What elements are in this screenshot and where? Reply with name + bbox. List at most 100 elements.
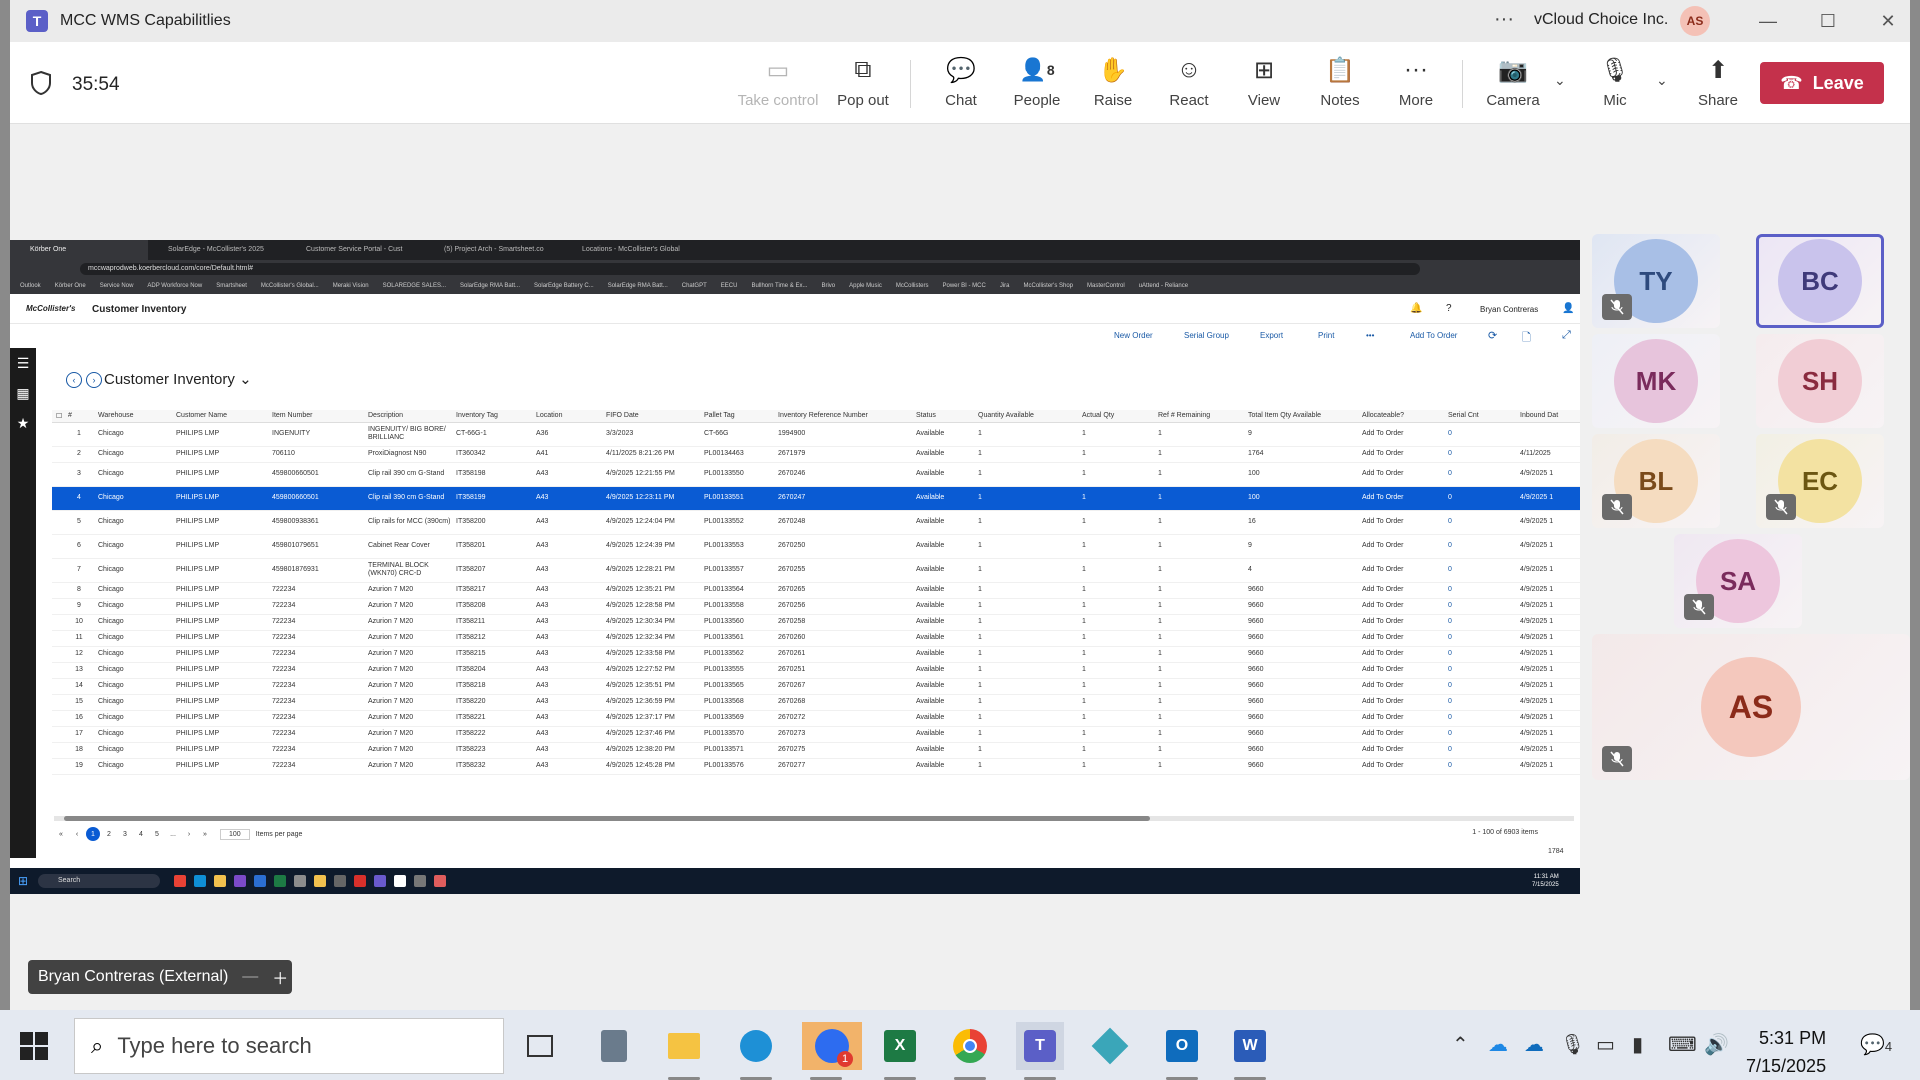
bookmark-item[interactable]: Power BI - MCC	[943, 283, 986, 289]
row-checkbox[interactable]	[52, 742, 64, 759]
network-icon[interactable]: ⌨	[1668, 1032, 1697, 1057]
table-cell[interactable]: 0	[1444, 742, 1516, 759]
column-header[interactable]: Allocateable?	[1358, 410, 1444, 423]
row-checkbox[interactable]	[52, 510, 64, 535]
column-header[interactable]: Location	[532, 410, 602, 423]
bookmark-item[interactable]: Brivo	[821, 283, 835, 289]
last-page-icon[interactable]: »	[198, 827, 212, 841]
bookmark-item[interactable]: SolarEdge RMA Batt...	[608, 283, 668, 289]
inner-pdf-icon[interactable]	[354, 875, 366, 887]
teams-icon[interactable]: T	[1016, 1022, 1064, 1080]
url-field[interactable]: mccwaprodweb.koerbercloud.com/core/Defau…	[80, 263, 1420, 275]
row-checkbox[interactable]	[52, 558, 64, 583]
people-button[interactable]: 👤 8 People	[999, 54, 1075, 116]
print-button[interactable]: Print	[1318, 331, 1334, 340]
calculator-icon[interactable]	[590, 1022, 638, 1070]
scrollbar-thumb[interactable]	[64, 816, 1150, 821]
bookmark-item[interactable]: Körber One	[55, 283, 86, 289]
row-checkbox[interactable]	[52, 726, 64, 743]
menu-icon[interactable]: ☰	[10, 348, 36, 378]
table-row[interactable]: 9 Chicago PHILIPS LMP 722234 Azurion 7 M20 IT…	[52, 598, 1580, 615]
inner-excel-icon[interactable]	[274, 875, 286, 887]
battery-icon[interactable]: ▮	[1632, 1032, 1643, 1057]
column-header[interactable]: Actual Qty	[1078, 410, 1154, 423]
horizontal-scrollbar[interactable]	[54, 816, 1574, 821]
bookmark-item[interactable]: uAttend - Reliance	[1139, 283, 1188, 289]
bookmark-item[interactable]: Meraki Vision	[333, 283, 369, 289]
table-row[interactable]: 8 Chicago PHILIPS LMP 722234 Azurion 7 M20 IT…	[52, 582, 1580, 599]
page-button[interactable]: 1	[86, 827, 100, 841]
browser-tab[interactable]: SolarEdge - McCollister's 2025	[148, 240, 286, 260]
table-cell[interactable]: Add To Order	[1358, 422, 1444, 447]
user-icon[interactable]: 👤	[1562, 303, 1574, 314]
edge-icon[interactable]	[732, 1022, 780, 1080]
participant-tile[interactable]: BL	[1592, 434, 1720, 528]
page-button[interactable]: 5	[150, 827, 164, 841]
table-row[interactable]: 2 Chicago PHILIPS LMP 706110 ProxiDiagnost N…	[52, 446, 1580, 463]
row-checkbox[interactable]	[52, 630, 64, 647]
refresh-icon[interactable]: ⟳	[1488, 329, 1497, 342]
table-cell[interactable]: 0	[1444, 694, 1516, 711]
notes-button[interactable]: 📋 Notes	[1302, 54, 1378, 116]
camera-button[interactable]: 📷 Camera	[1475, 54, 1551, 116]
table-cell[interactable]: 0	[1444, 510, 1516, 535]
participant-tile[interactable]: SA	[1674, 534, 1802, 628]
excel-icon[interactable]: X	[876, 1022, 924, 1080]
bookmark-item[interactable]: Jira	[1000, 283, 1010, 289]
column-header[interactable]: Quantity Available	[974, 410, 1078, 423]
table-cell[interactable]: 0	[1444, 678, 1516, 695]
row-checkbox[interactable]	[52, 678, 64, 695]
page-button[interactable]: ...	[166, 827, 180, 841]
table-cell[interactable]: Add To Order	[1358, 710, 1444, 727]
inner-calc-icon[interactable]	[294, 875, 306, 887]
table-cell[interactable]: Add To Order	[1358, 486, 1444, 511]
table-row[interactable]: 7 Chicago PHILIPS LMP 459801876931 TERMINAL …	[52, 558, 1580, 583]
table-row[interactable]: 4 Chicago PHILIPS LMP 459800660501 Clip rail…	[52, 486, 1580, 511]
table-cell[interactable]: 0	[1444, 598, 1516, 615]
table-cell[interactable]: Add To Order	[1358, 558, 1444, 583]
more-actions-icon[interactable]: •••	[1366, 331, 1374, 340]
table-cell[interactable]: Add To Order	[1358, 614, 1444, 631]
column-header[interactable]: Serial Cnt	[1444, 410, 1516, 423]
row-checkbox[interactable]	[52, 694, 64, 711]
row-checkbox[interactable]	[52, 598, 64, 615]
export-button[interactable]: Export	[1260, 331, 1283, 340]
table-row[interactable]: 1 Chicago PHILIPS LMP INGENUITY INGENUITY/ B…	[52, 422, 1580, 447]
word-icon[interactable]: W	[1226, 1022, 1274, 1080]
bookmark-item[interactable]: SolarEdge RMA Batt...	[460, 283, 520, 289]
prev-page-icon[interactable]: ‹	[70, 827, 84, 841]
row-checkbox[interactable]	[52, 422, 64, 447]
table-cell[interactable]: Add To Order	[1358, 726, 1444, 743]
table-cell[interactable]: Add To Order	[1358, 582, 1444, 599]
tray-chevron-icon[interactable]: ⌃	[1452, 1032, 1469, 1057]
participant-tile[interactable]: MK	[1592, 334, 1720, 428]
table-row[interactable]: 3 Chicago PHILIPS LMP 459800660501 Clip rail…	[52, 462, 1580, 487]
table-cell[interactable]: Add To Order	[1358, 662, 1444, 679]
bookmark-item[interactable]: ChatGPT	[682, 283, 707, 289]
chrome-icon[interactable]	[946, 1022, 994, 1080]
row-checkbox[interactable]	[52, 662, 64, 679]
table-cell[interactable]: 0	[1444, 646, 1516, 663]
react-button[interactable]: ☺ React	[1151, 54, 1227, 116]
bookmark-item[interactable]: ADP Workforce Now	[147, 283, 202, 289]
bookmark-item[interactable]: Smartsheet	[216, 283, 247, 289]
share-button[interactable]: ⬆ Share	[1680, 54, 1756, 116]
inner-app2-icon[interactable]	[434, 875, 446, 887]
bookmark-item[interactable]: SolarEdge Battery C...	[534, 283, 594, 289]
table-row[interactable]: 5 Chicago PHILIPS LMP 459800938361 Clip rail…	[52, 510, 1580, 535]
inner-search[interactable]: Search	[38, 874, 160, 888]
browser-tab[interactable]: Locations - McCollister's Global	[562, 240, 700, 260]
row-checkbox[interactable]	[52, 486, 64, 511]
maximize-icon[interactable]: ☐	[1808, 6, 1848, 36]
table-cell[interactable]: Add To Order	[1358, 598, 1444, 615]
minimize-icon[interactable]: —	[1748, 6, 1788, 36]
app-diamond-icon[interactable]	[1086, 1022, 1134, 1070]
column-header[interactable]: Customer Name	[172, 410, 268, 423]
table-cell[interactable]: 0	[1444, 446, 1516, 463]
inner-chrome-icon[interactable]	[174, 875, 186, 887]
more-button[interactable]: ··· More	[1378, 54, 1454, 116]
table-row[interactable]: 12 Chicago PHILIPS LMP 722234 Azurion 7 M20 I…	[52, 646, 1580, 663]
page-button[interactable]: 3	[118, 827, 132, 841]
table-row[interactable]: 19 Chicago PHILIPS LMP 722234 Azurion 7 M20 I…	[52, 758, 1580, 775]
leave-button[interactable]: ☎ Leave	[1760, 62, 1884, 104]
